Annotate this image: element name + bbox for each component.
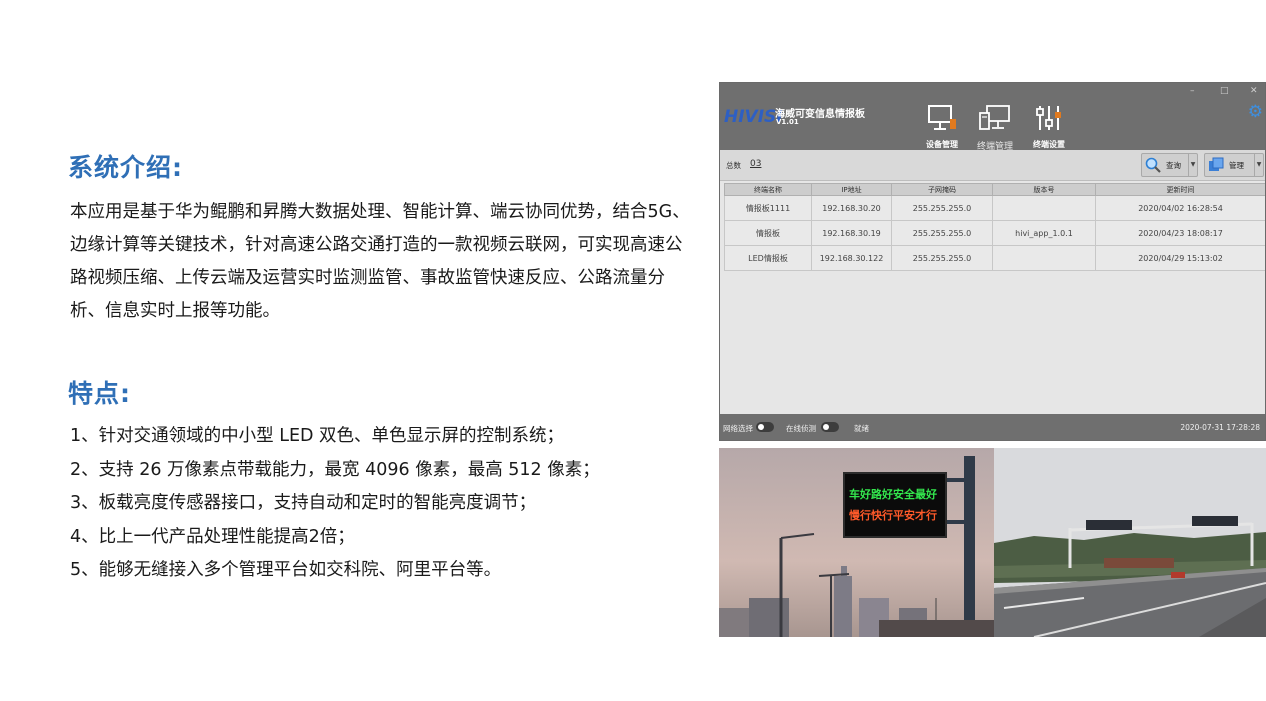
table-cell: hivi_app_1.0.1 (992, 220, 1096, 246)
app-version: V1.01 (776, 118, 799, 126)
table-cell (992, 245, 1096, 271)
led-text-line: 慢行快行平安才行 (849, 509, 937, 522)
query-button[interactable]: 查询 ▼ (1141, 153, 1198, 177)
table-cell: 192.168.30.19 (811, 220, 892, 246)
nav-label: 终端设置 (1033, 140, 1065, 149)
table-cell: 情报板1111 (724, 195, 812, 221)
total-label: 总数 (726, 161, 741, 170)
intro-paragraph: 本应用是基于华为鲲鹏和昇腾大数据处理、智能计算、端云协同优势，结合5G、边缘计算… (70, 202, 690, 321)
chevron-down-icon[interactable]: ▼ (1254, 154, 1263, 176)
table-row[interactable]: LED情报板 192.168.30.122 255.255.255.0 2020… (724, 245, 1265, 271)
toolbar: 总数 03 查询 ▼ 管理 ▼ (720, 150, 1265, 181)
table-cell: 2020/04/02 16:28:54 (1095, 195, 1265, 221)
settings-sliders-icon (1036, 106, 1061, 130)
online-detect-label: 在线侦测 (786, 424, 816, 433)
nav-terminal-settings[interactable]: 终端设置 (1023, 103, 1075, 150)
nav-terminal-management[interactable]: 终端管理 (969, 103, 1021, 152)
table-cell: 情报板 (724, 220, 812, 246)
table-row[interactable]: 情报板1111 192.168.30.20 255.255.255.0 2020… (724, 195, 1265, 221)
features-list: 1、针对交通领域的中小型 LED 双色、单色显示屏的控制系统； 2、支持 26 … (70, 420, 698, 588)
feature-item: 1、针对交通领域的中小型 LED 双色、单色显示屏的控制系统； (70, 426, 565, 446)
table-row[interactable]: 情报板 192.168.30.19 255.255.255.0 hivi_app… (724, 220, 1265, 246)
terminal-icon (979, 105, 1010, 130)
intro-heading: 系统介绍: (68, 153, 183, 182)
online-detect-toggle[interactable] (821, 422, 839, 432)
title-bar: HIVISI 海威可变信息情报板 V1.01 – □ ✕ ⚙ 设备管理 终端管理… (720, 83, 1265, 152)
monitor-icon (928, 105, 956, 130)
table-cell: 192.168.30.122 (811, 245, 892, 271)
manage-label: 管理 (1229, 160, 1244, 170)
gear-icon[interactable]: ⚙ (1248, 102, 1263, 122)
search-icon (1145, 157, 1161, 173)
highway-gantry-photo (994, 448, 1266, 637)
feature-item: 3、板载亮度传感器接口，支持自动和定时的智能亮度调节； (70, 493, 537, 513)
manage-button[interactable]: 管理 ▼ (1204, 153, 1264, 177)
app-window: HIVISI 海威可变信息情报板 V1.01 – □ ✕ ⚙ 设备管理 终端管理… (719, 82, 1266, 441)
table-cell: 2020/04/23 18:08:17 (1095, 220, 1265, 246)
device-table: 终端名称 IP地址 子网掩码 版本号 更新时间 情报板1111 192.168.… (724, 183, 1265, 271)
column-header[interactable]: 子网掩码 (891, 183, 993, 196)
minimize-button[interactable]: – (1190, 86, 1195, 96)
status-datetime: 2020-07-31 17:28:28 (1180, 423, 1260, 432)
table-header-row: 终端名称 IP地址 子网掩码 版本号 更新时间 (724, 183, 1265, 196)
feature-item: 4、比上一代产品处理性能提高2倍； (70, 526, 355, 547)
manage-icon (1209, 157, 1224, 171)
table-cell: 255.255.255.0 (891, 195, 993, 221)
maximize-button[interactable]: □ (1220, 86, 1229, 96)
table-cell: 2020/04/29 15:13:02 (1095, 245, 1265, 271)
table-cell: 255.255.255.0 (891, 245, 993, 271)
chevron-down-icon[interactable]: ▼ (1188, 154, 1197, 176)
total-count[interactable]: 03 (750, 159, 761, 169)
highway-scene-illustration (994, 448, 1266, 637)
column-header[interactable]: 终端名称 (724, 183, 812, 196)
feature-item: 5、能够无缝接入多个管理平台如交科院、阿里平台等。 (70, 560, 502, 580)
table-cell: 192.168.30.20 (811, 195, 892, 221)
table-cell: 255.255.255.0 (891, 220, 993, 246)
network-select-toggle[interactable] (756, 422, 774, 432)
brand-logo: HIVISI (724, 107, 783, 127)
led-sign-night-photo: 车好路好安全最好 慢行快行平安才行 (719, 448, 994, 637)
nav-device-management[interactable]: 设备管理 (916, 103, 968, 150)
column-header[interactable]: 版本号 (992, 183, 1096, 196)
status-bar: 网络选择 在线侦测 就绪 2020-07-31 17:28:28 (720, 414, 1265, 440)
column-header[interactable]: 更新时间 (1095, 183, 1265, 196)
features-heading: 特点: (68, 379, 131, 408)
network-select-label: 网络选择 (723, 424, 753, 433)
table-cell (992, 195, 1096, 221)
table-cell: LED情报板 (724, 245, 812, 271)
led-display-board: 车好路好安全最好 慢行快行平安才行 (843, 472, 947, 538)
nav-label: 设备管理 (926, 140, 958, 149)
feature-item: 2、支持 26 万像素点带载能力，最宽 4096 像素，最高 512 像素； (70, 459, 600, 480)
status-text: 就绪 (854, 424, 869, 433)
query-label: 查询 (1166, 160, 1181, 170)
led-text-line: 车好路好安全最好 (849, 488, 937, 501)
close-button[interactable]: ✕ (1250, 86, 1258, 96)
column-header[interactable]: IP地址 (811, 183, 892, 196)
